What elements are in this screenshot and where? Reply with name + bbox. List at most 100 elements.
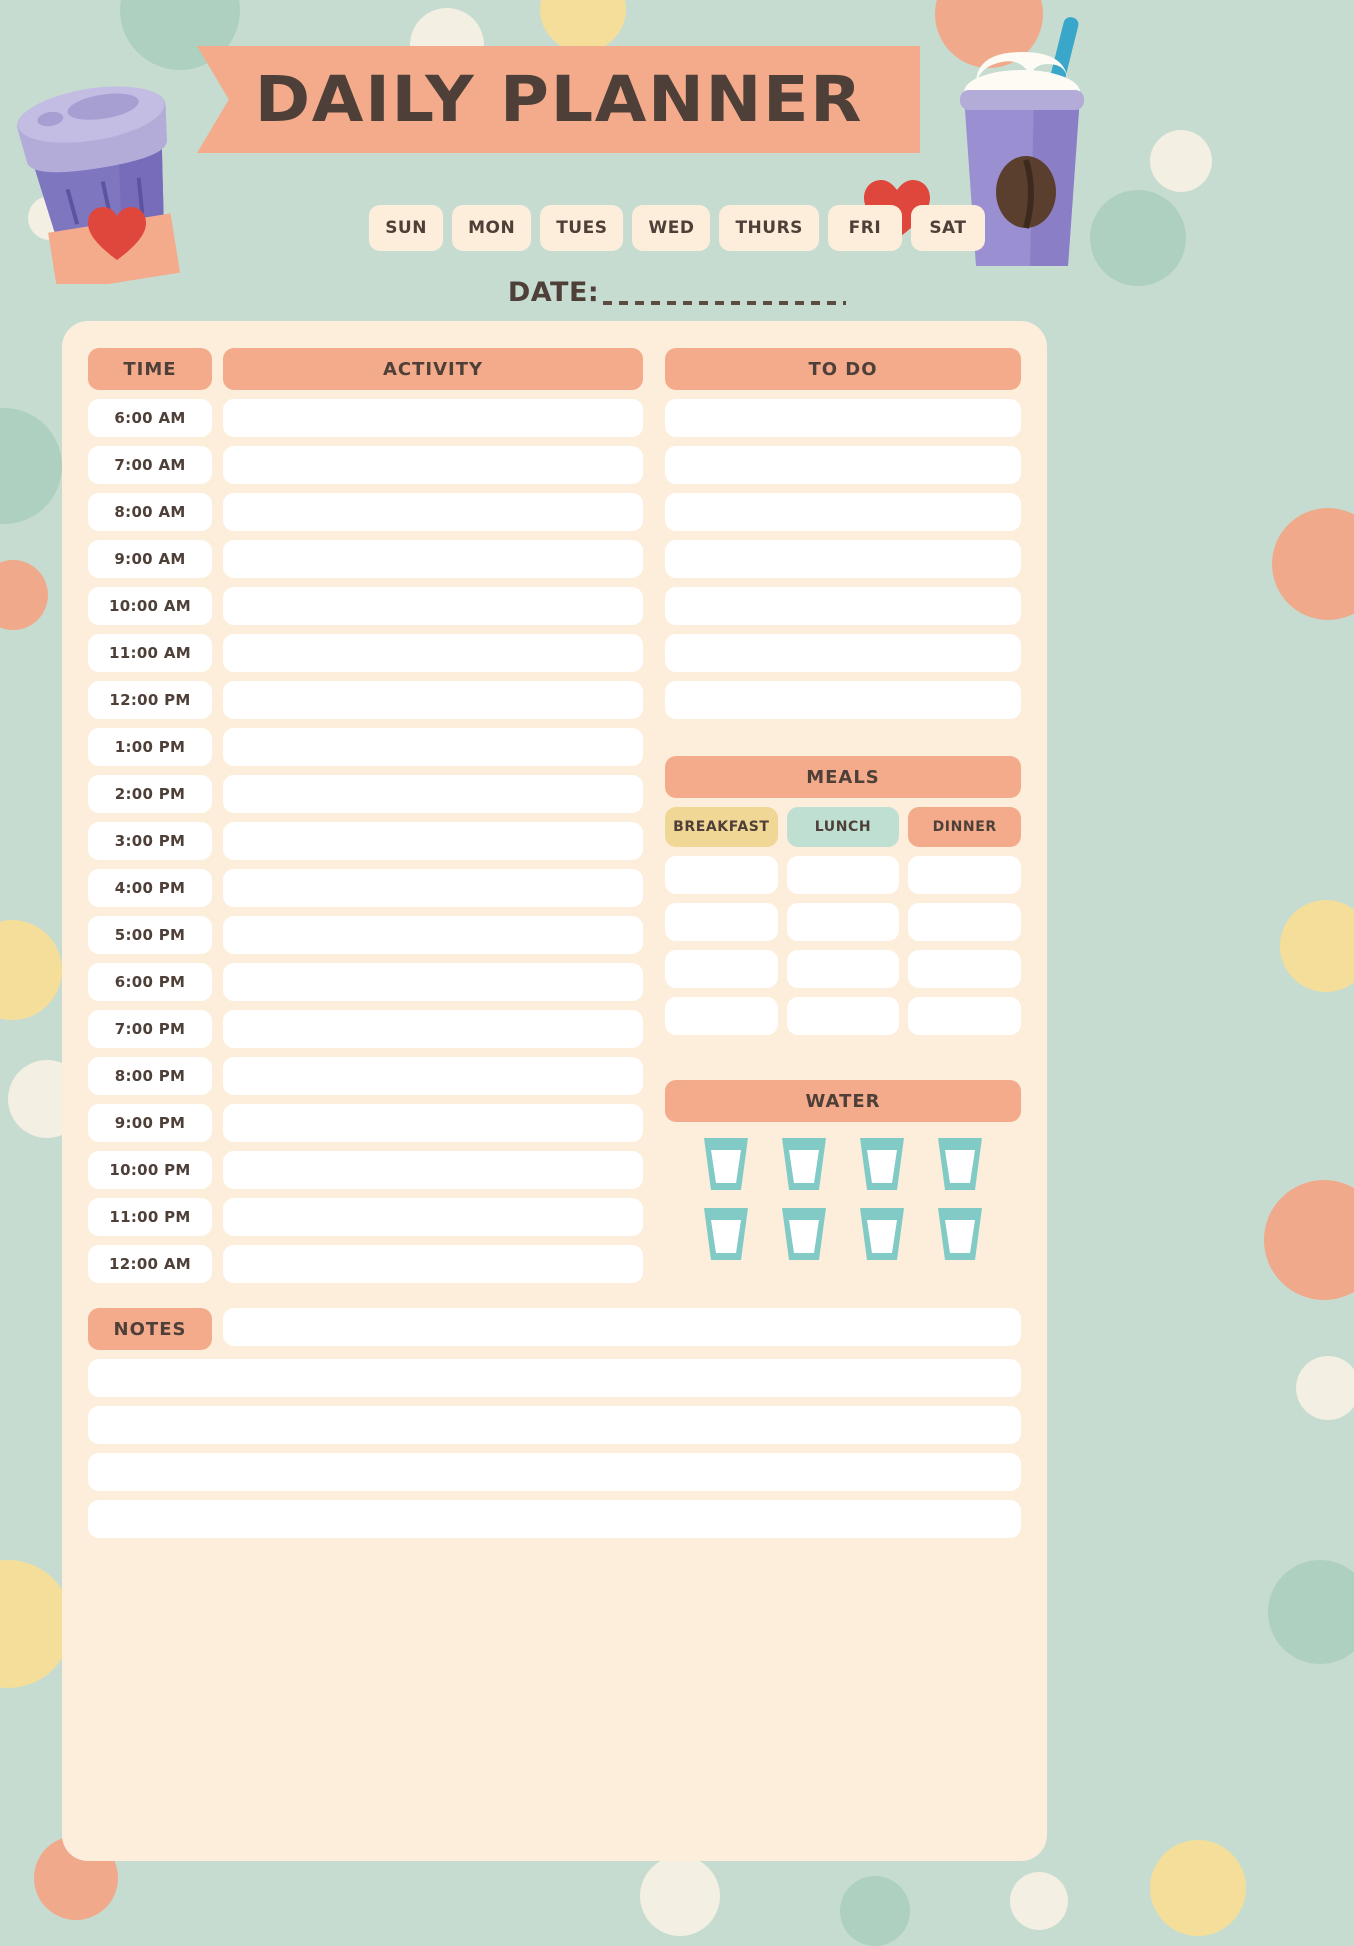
meals-header: MEALS [665,756,1021,798]
activity-input[interactable] [223,399,643,437]
water-glass-icon[interactable] [702,1206,750,1262]
water-glass-row [665,1206,1021,1262]
time-label: 4:00 PM [88,869,212,907]
todo-item-input[interactable] [665,681,1021,719]
todo-item-input[interactable] [665,493,1021,531]
meal-entry-input[interactable] [786,856,900,894]
day-pill-thurs[interactable]: THURS [719,205,819,251]
notes-line[interactable] [88,1359,1021,1397]
schedule-row: 12:00 AM [88,1245,643,1283]
todo-section: TO DO [665,348,1021,719]
schedule-row: 10:00 PM [88,1151,643,1189]
day-pill-sat[interactable]: SAT [910,205,985,251]
schedule-section: TIME ACTIVITY 6:00 AM 7:00 AM 8:00 AM 9:00 … [88,348,643,1292]
meal-label-lunch: LUNCH [786,807,900,847]
activity-input[interactable] [223,1245,643,1283]
notes-first-row: NOTES [88,1308,1021,1350]
meal-entry-input[interactable] [786,950,900,988]
activity-input[interactable] [223,1104,643,1142]
todo-item-input[interactable] [665,587,1021,625]
meal-entry-input[interactable] [908,856,1022,894]
notes-line[interactable] [88,1406,1021,1444]
meals-section: MEALS BREAKFAST LUNCH DINNER [665,756,1022,1044]
bg-dot [1272,508,1354,620]
time-label: 8:00 AM [88,493,212,531]
meal-entry-input[interactable] [908,903,1022,941]
activity-input[interactable] [223,728,643,766]
todo-item-input[interactable] [665,399,1021,437]
time-label: 10:00 PM [88,1151,212,1189]
activity-input[interactable] [223,1198,643,1236]
activity-input[interactable] [223,493,643,531]
meal-entry-input[interactable] [665,903,778,941]
day-pill-sun[interactable]: SUN [369,205,444,251]
day-pill-mon[interactable]: MON [452,205,532,251]
time-label: 8:00 PM [88,1057,212,1095]
date-label: DATE: [507,277,600,308]
title-ribbon: DAILY PLANNER [197,46,920,153]
activity-input[interactable] [223,963,643,1001]
todo-item-input[interactable] [665,540,1021,578]
notes-line[interactable] [88,1453,1021,1491]
activity-input[interactable] [223,1057,643,1095]
bg-dot [0,920,62,1020]
activity-input[interactable] [223,916,643,954]
planner-grid: TIME ACTIVITY 6:00 AM 7:00 AM 8:00 AM 9:00 … [88,348,1022,1292]
day-selector[interactable]: SUN MON TUES WED THURS FRI SAT [0,205,1354,251]
notes-header: NOTES [88,1308,212,1350]
water-glass-icon[interactable] [936,1206,984,1262]
notes-line[interactable] [223,1308,1021,1346]
time-label: 11:00 PM [88,1198,212,1236]
activity-input[interactable] [223,1010,643,1048]
day-pill-fri[interactable]: FRI [827,205,902,251]
meal-entry-input[interactable] [786,903,900,941]
meal-entry-input[interactable] [665,950,778,988]
schedule-row: 9:00 PM [88,1104,643,1142]
schedule-row: 7:00 AM [88,446,643,484]
activity-input[interactable] [223,775,643,813]
schedule-row: 5:00 PM [88,916,643,954]
bg-dot [1010,1872,1068,1930]
time-label: 7:00 AM [88,446,212,484]
time-label: 5:00 PM [88,916,212,954]
meal-entry-input[interactable] [908,997,1022,1035]
date-row: DATE: [0,277,1354,308]
water-glass-icon[interactable] [780,1136,828,1192]
activity-input[interactable] [223,446,643,484]
day-pill-wed[interactable]: WED [632,205,711,251]
water-glass-row [665,1136,1021,1192]
day-pill-tues[interactable]: TUES [540,205,624,251]
bg-dot [1150,130,1212,192]
meal-entry-input[interactable] [908,950,1022,988]
activity-input[interactable] [223,681,643,719]
water-glass-icon[interactable] [702,1136,750,1192]
activity-input[interactable] [223,540,643,578]
activity-input[interactable] [223,869,643,907]
todo-item-input[interactable] [665,446,1021,484]
meal-entry-input[interactable] [665,856,778,894]
time-column-header: TIME [88,348,212,390]
schedule-row: 8:00 AM [88,493,643,531]
schedule-row: 1:00 PM [88,728,643,766]
water-glass-icon[interactable] [780,1206,828,1262]
schedule-row: 4:00 PM [88,869,643,907]
activity-input[interactable] [223,1151,643,1189]
meal-entry-input[interactable] [665,997,778,1035]
bg-dot [640,1856,720,1936]
activity-input[interactable] [223,634,643,672]
notes-line[interactable] [88,1500,1021,1538]
schedule-row: 6:00 AM [88,399,643,437]
activity-input[interactable] [223,587,643,625]
water-glass-icon[interactable] [858,1136,906,1192]
todo-item-input[interactable] [665,634,1021,672]
date-input-line[interactable] [603,288,847,308]
water-glass-icon[interactable] [858,1206,906,1262]
right-column: TO DO MEALS BREAKFAST LUNCH DINNER WATER [665,348,1022,1292]
bg-dot [1268,1560,1354,1664]
meals-columns: BREAKFAST LUNCH DINNER [665,807,1022,1044]
activity-input[interactable] [223,822,643,860]
water-glass-icon[interactable] [936,1136,984,1192]
schedule-row: 8:00 PM [88,1057,643,1095]
schedule-row: 11:00 AM [88,634,643,672]
meal-entry-input[interactable] [786,997,900,1035]
